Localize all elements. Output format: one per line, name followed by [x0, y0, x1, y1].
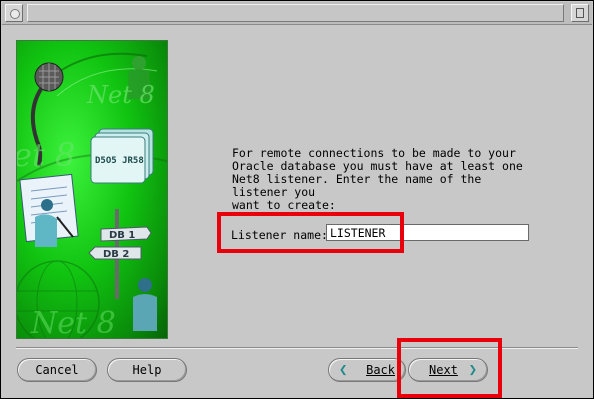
- window-menu-icon[interactable]: [5, 4, 23, 22]
- cancel-button[interactable]: Cancel: [17, 358, 97, 382]
- back-arrow-icon: ❮: [339, 362, 348, 378]
- net8-watermark-mid: et 8: [17, 136, 75, 174]
- highlight-box-next: [397, 338, 502, 398]
- db2-label: DB 2: [103, 249, 129, 260]
- back-button-label: Back: [366, 363, 395, 377]
- db1-label: DB 1: [109, 230, 135, 241]
- title-bar: [2, 2, 592, 25]
- instruction-text: For remote connections to be made to you…: [232, 146, 523, 212]
- highlight-box-listener: [217, 212, 404, 253]
- net8-watermark-top: Net 8: [86, 81, 155, 109]
- help-button-label: Help: [132, 363, 162, 377]
- net8-illustration: Net 8 et 8 D5O5 JR58 DB 1 DB 2 Net 8: [16, 40, 168, 339]
- help-button[interactable]: Help: [107, 358, 187, 382]
- document-person-icon: [19, 173, 79, 247]
- installer-window: Net 8 et 8 D5O5 JR58 DB 1 DB 2 Net 8 For…: [0, 0, 594, 399]
- net8-artwork: Net 8 et 8 D5O5 JR58 DB 1 DB 2 Net 8: [17, 52, 167, 338]
- folder-tag: D5O5 JR58: [95, 156, 144, 166]
- back-button[interactable]: ❮ Back: [328, 358, 406, 382]
- folder-stack-icon: D5O5 JR58: [90, 128, 154, 184]
- net8-watermark-bottom: Net 8: [30, 306, 116, 338]
- window-title[interactable]: [27, 4, 564, 22]
- maximize-icon[interactable]: [571, 4, 589, 22]
- cancel-button-label: Cancel: [35, 363, 79, 377]
